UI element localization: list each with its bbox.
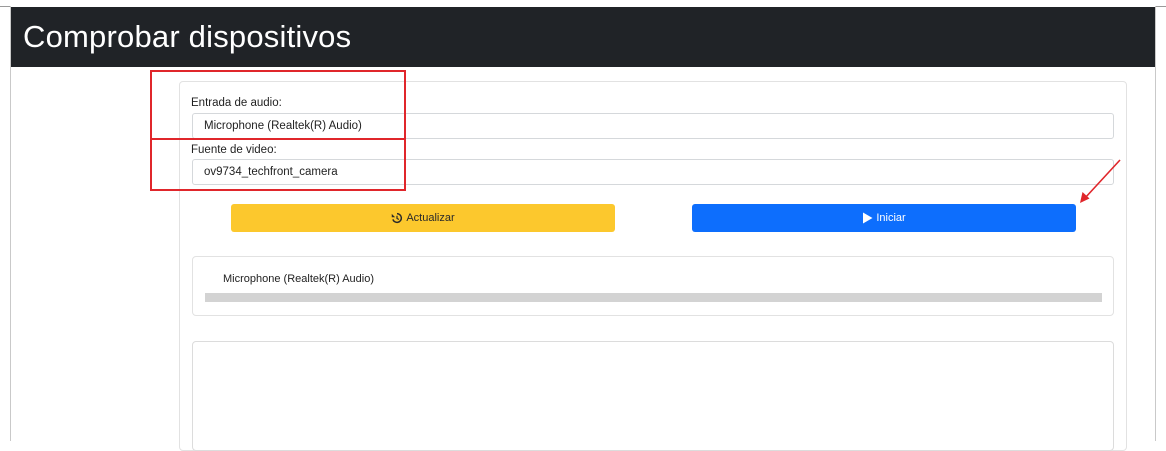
- audio-meter-panel: Microphone (Realtek(R) Audio): [192, 256, 1114, 316]
- video-preview: [192, 341, 1114, 451]
- audio-meter-device: Microphone (Realtek(R) Audio): [223, 273, 375, 285]
- page-title: Comprobar dispositivos: [23, 19, 352, 54]
- annotation-arrow-icon: [1080, 159, 1121, 203]
- start-button-label: Iniciar: [876, 212, 906, 224]
- annotation-box-audio: [150, 70, 406, 140]
- play-icon: [862, 212, 873, 224]
- audio-level-bar: [205, 293, 1102, 302]
- history-icon: [391, 212, 403, 224]
- refresh-button[interactable]: Actualizar: [231, 204, 615, 232]
- page-header: Comprobar dispositivos: [11, 7, 1155, 67]
- annotation-box-video: [150, 138, 406, 191]
- refresh-button-label: Actualizar: [406, 212, 455, 224]
- start-button[interactable]: Iniciar: [692, 204, 1076, 232]
